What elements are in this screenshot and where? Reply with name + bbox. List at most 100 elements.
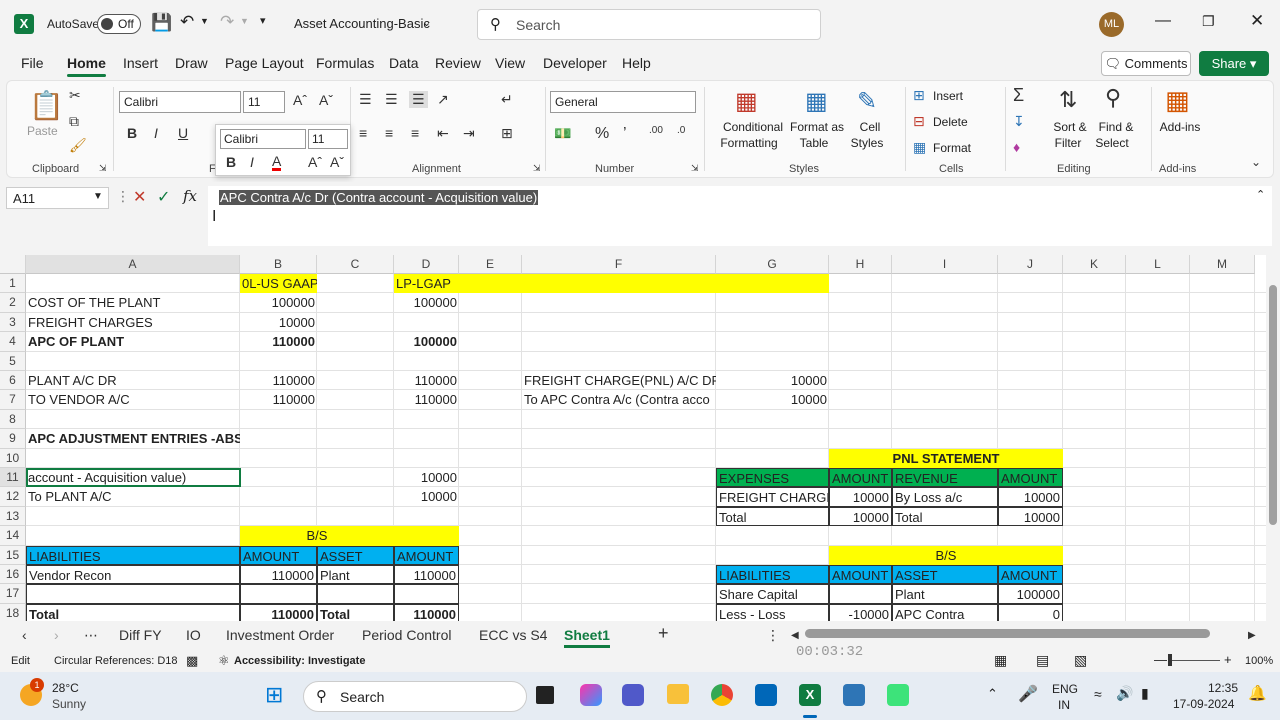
- insert-cells-label[interactable]: Insert: [933, 88, 963, 104]
- zoom-out-icon[interactable]: —: [1154, 652, 1167, 667]
- cell-a3[interactable]: FREIGHT CHARGES: [26, 313, 240, 332]
- cell-h16[interactable]: AMOUNT: [829, 565, 892, 585]
- vertical-scrollbar[interactable]: [1266, 255, 1280, 621]
- row-header-5[interactable]: 5: [0, 351, 26, 371]
- align-top-icon[interactable]: ☰: [359, 91, 372, 108]
- decrease-indent-icon[interactable]: ⇤: [437, 125, 449, 142]
- cell-i13[interactable]: Total: [892, 506, 998, 527]
- chevron-down-icon[interactable]: ⌄: [422, 16, 431, 29]
- cell-c17[interactable]: [317, 584, 394, 604]
- row-header-4[interactable]: 4: [0, 332, 26, 352]
- increase-indent-icon[interactable]: ⇥: [463, 125, 475, 142]
- italic-icon[interactable]: I: [154, 125, 158, 141]
- comments-button[interactable]: 🗨 Comments: [1101, 51, 1191, 76]
- undo-icon[interactable]: ↶: [180, 12, 194, 32]
- row-header-14[interactable]: 14: [0, 526, 26, 546]
- avatar[interactable]: ML: [1099, 12, 1124, 37]
- cell-h17[interactable]: [829, 584, 892, 604]
- align-center-icon[interactable]: ≡: [385, 125, 393, 141]
- cell-a2[interactable]: COST OF THE PLANT: [26, 293, 240, 312]
- row-header-11[interactable]: 11: [0, 468, 26, 488]
- cell-h10[interactable]: PNL STATEMENT: [829, 448, 1063, 468]
- cell-j18[interactable]: 0: [998, 603, 1063, 621]
- cell-h13[interactable]: 10000: [829, 506, 892, 527]
- row-header-2[interactable]: 2: [0, 293, 26, 313]
- cell-a15[interactable]: LIABILITIES: [26, 545, 240, 565]
- cell-a9[interactable]: APC ADJUSTMENT ENTRIES -ABSO: [26, 429, 240, 448]
- cell-d6[interactable]: 110000: [394, 371, 459, 390]
- language-indicator[interactable]: ENG: [1052, 682, 1078, 696]
- sheet-tab-investment-order[interactable]: Investment Order: [226, 627, 334, 643]
- undo-dropdown-icon[interactable]: ▼: [200, 16, 209, 26]
- add-ins-icon[interactable]: ▦: [1165, 85, 1190, 116]
- tab-data[interactable]: Data: [389, 55, 419, 71]
- cell-d17[interactable]: [394, 584, 459, 604]
- increase-font-icon[interactable]: Aˆ: [293, 92, 307, 108]
- row-header-3[interactable]: 3: [0, 312, 26, 333]
- delete-cells-icon[interactable]: ⊟: [913, 113, 925, 130]
- cell-g1[interactable]: [716, 274, 829, 294]
- tab-review[interactable]: Review: [435, 55, 481, 71]
- cell-g6[interactable]: 10000: [716, 371, 829, 390]
- store-icon[interactable]: [755, 684, 777, 706]
- paste-icon[interactable]: 📋: [29, 89, 64, 122]
- customize-toolbar-icon[interactable]: ▾: [260, 14, 266, 27]
- share-button[interactable]: Share ▾: [1199, 51, 1269, 76]
- volume-icon[interactable]: 🔊: [1116, 685, 1133, 702]
- mini-bold-icon[interactable]: B: [226, 154, 236, 170]
- file-explorer-icon[interactable]: [667, 684, 689, 704]
- cell-d14[interactable]: [394, 526, 459, 546]
- clock-time[interactable]: 12:35: [1208, 681, 1238, 695]
- sheet-tab-io[interactable]: IO: [186, 627, 201, 643]
- add-sheet-icon[interactable]: +: [658, 623, 669, 644]
- column-header-j[interactable]: J: [998, 255, 1063, 274]
- accessibility-icon[interactable]: ⚛: [218, 653, 230, 669]
- cell-d16[interactable]: 110000: [394, 565, 459, 585]
- cell-d7[interactable]: 110000: [394, 390, 459, 409]
- orientation-icon[interactable]: ↗: [437, 91, 449, 108]
- cell-g10[interactable]: [716, 449, 829, 468]
- taskbar-search[interactable]: ⚲ Search: [303, 681, 527, 712]
- sort-filter-icon[interactable]: ⇅: [1059, 87, 1077, 113]
- cell-i16[interactable]: ASSET: [892, 565, 998, 585]
- merge-center-icon[interactable]: ⊞: [501, 125, 513, 142]
- increase-decimal-icon[interactable]: .00: [649, 125, 663, 136]
- select-all-corner[interactable]: [0, 255, 26, 274]
- number-format-select[interactable]: General: [550, 91, 696, 113]
- chrome-icon[interactable]: [711, 684, 733, 706]
- sheet-tab-period-control[interactable]: Period Control: [362, 627, 452, 643]
- cell-j12[interactable]: 10000: [998, 487, 1063, 507]
- scroll-left-icon[interactable]: ◀: [791, 630, 799, 641]
- cell-d1[interactable]: LP-LGAP: [394, 274, 459, 294]
- tab-developer[interactable]: Developer: [543, 55, 607, 71]
- cell-i18[interactable]: APC Contra: [892, 603, 998, 621]
- cell-g18[interactable]: Less - Loss: [716, 603, 829, 621]
- underline-icon[interactable]: U: [178, 125, 188, 141]
- row-header-7[interactable]: 7: [0, 390, 26, 410]
- task-view-icon[interactable]: [536, 686, 554, 704]
- more-sheets-icon[interactable]: ⋯: [84, 627, 98, 644]
- zoom-in-icon[interactable]: +: [1224, 652, 1232, 667]
- next-sheet-icon[interactable]: ›: [54, 627, 59, 643]
- cell-i12[interactable]: By Loss a/c: [892, 487, 998, 507]
- row-header-15[interactable]: 15: [0, 545, 26, 565]
- cell-g16[interactable]: LIABILITIES: [716, 565, 829, 585]
- enter-icon[interactable]: ✓: [157, 187, 170, 207]
- wifi-icon[interactable]: ≈: [1094, 686, 1102, 702]
- percent-icon[interactable]: %: [595, 125, 609, 143]
- row-header-10[interactable]: 10: [0, 448, 26, 468]
- cell-c15[interactable]: ASSET: [317, 545, 394, 565]
- cell-i11[interactable]: REVENUE: [892, 468, 998, 488]
- excel-taskbar-icon[interactable]: X: [799, 684, 821, 706]
- row-header-12[interactable]: 12: [0, 487, 26, 507]
- cell-g13[interactable]: Total: [716, 506, 829, 527]
- cell-b15[interactable]: AMOUNT: [240, 545, 317, 565]
- column-header-k[interactable]: K: [1063, 255, 1126, 274]
- delete-cells-label[interactable]: Delete: [933, 114, 968, 130]
- cell-a18[interactable]: Total: [26, 603, 240, 621]
- cell-d11[interactable]: 10000: [394, 468, 459, 487]
- zoom-slider[interactable]: [1172, 660, 1220, 661]
- mini-increase-font-icon[interactable]: Aˆ: [308, 154, 322, 170]
- cell-b7[interactable]: 110000: [240, 390, 317, 409]
- column-header-d[interactable]: D: [394, 255, 459, 274]
